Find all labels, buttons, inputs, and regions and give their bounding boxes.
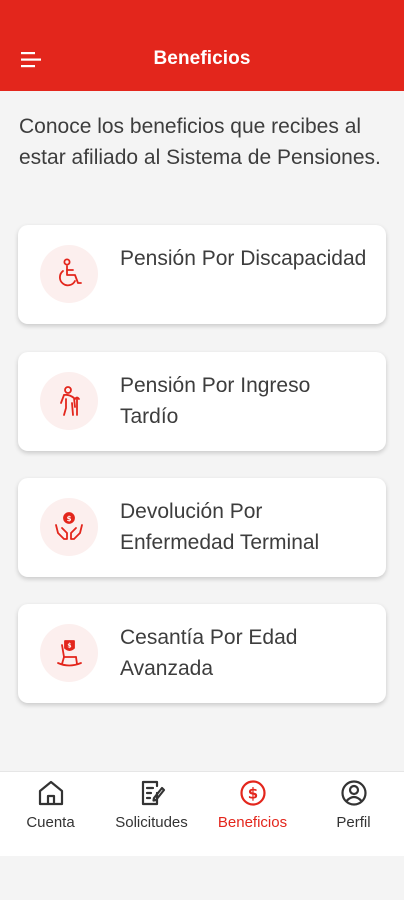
svg-text:$: $ bbox=[67, 515, 72, 523]
benefit-label: Cesantía Por Edad Avanzada bbox=[120, 626, 298, 680]
svg-text:$: $ bbox=[248, 785, 258, 803]
wheelchair-icon bbox=[40, 245, 98, 303]
benefit-label: Pensión Por Ingreso Tardío bbox=[120, 374, 311, 428]
benefit-card-enfermedad-terminal[interactable]: $ Devolución Por Enfermedad Terminal bbox=[18, 478, 386, 577]
benefit-card-edad-avanzada[interactable]: $ Cesantía Por Edad Avanzada bbox=[18, 604, 386, 703]
nav-item-cuenta[interactable]: Cuenta bbox=[0, 772, 101, 857]
bottom-nav: Cuenta Solicitudes $ Beneficios Perfil bbox=[0, 771, 404, 856]
nav-label: Cuenta bbox=[26, 814, 75, 831]
document-edit-icon bbox=[141, 780, 166, 806]
hands-money-icon: $ bbox=[40, 498, 98, 556]
nav-item-perfil[interactable]: Perfil bbox=[303, 772, 404, 857]
benefit-label: Pensión Por Discapacidad bbox=[120, 247, 367, 270]
nav-item-solicitudes[interactable]: Solicitudes bbox=[101, 772, 202, 857]
page-title: Beneficios bbox=[153, 48, 251, 69]
home-icon bbox=[38, 780, 64, 806]
elderly-person-icon bbox=[40, 372, 98, 430]
rocking-chair-icon: $ bbox=[40, 624, 98, 682]
benefit-label: Devolución Por Enfermedad Terminal bbox=[120, 500, 320, 554]
svg-text:$: $ bbox=[67, 643, 71, 650]
dollar-circle-icon: $ bbox=[240, 780, 266, 806]
user-circle-icon bbox=[341, 780, 367, 806]
nav-label: Beneficios bbox=[217, 814, 288, 831]
bottom-spacer bbox=[0, 856, 404, 900]
benefit-card-ingreso-tardio[interactable]: Pensión Por Ingreso Tardío bbox=[18, 352, 386, 451]
benefit-card-discapacidad[interactable]: Pensión Por Discapacidad bbox=[18, 225, 386, 324]
nav-label: Solicitudes bbox=[115, 814, 188, 831]
intro-text: Conoce los beneficios que recibes al est… bbox=[19, 115, 381, 169]
nav-item-beneficios[interactable]: $ Beneficios bbox=[202, 772, 303, 857]
nav-label: Perfil bbox=[336, 814, 371, 831]
app-header: Beneficios bbox=[0, 0, 404, 91]
